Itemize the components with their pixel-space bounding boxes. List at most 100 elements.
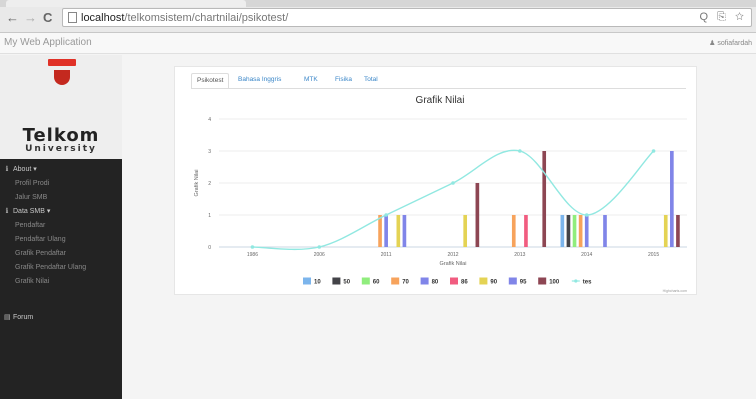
- series-point-tes: [250, 245, 255, 249]
- legend-symbol-50: [332, 277, 341, 285]
- sidebar-item-pendaftar-ulang[interactable]: Pendaftar Ulang: [0, 233, 122, 247]
- series-line-tes: [252, 149, 655, 251]
- x-tick-label: 2011: [381, 252, 392, 258]
- y-tick-label: 2: [208, 181, 211, 187]
- legend-item-10: 10: [314, 280, 321, 286]
- legend-symbol-80: [420, 277, 429, 285]
- bar-70: [511, 215, 516, 247]
- user-menu[interactable]: ♟ sofiafardah: [709, 39, 752, 47]
- chart: Grafik Nilai 0 1 2 3 4 Grafik Nilai 1986 2006 201…: [194, 95, 687, 293]
- x-tick-label: 2012: [447, 252, 458, 258]
- browser-toolbar: ← → C localhost/telkomsistem/chartnilai/…: [0, 0, 756, 33]
- sidebar-item-profil-prodi[interactable]: Profil Prodi: [0, 177, 122, 191]
- bar-60: [572, 215, 577, 247]
- telkom-logo-icon: [48, 59, 76, 85]
- y-tick-label: 3: [208, 149, 211, 155]
- legend-item-tes: tes: [583, 280, 592, 286]
- bar-70: [378, 215, 382, 247]
- tab-psikotest[interactable]: Psikotest: [191, 73, 230, 89]
- bar-95: [670, 151, 674, 247]
- app-brand[interactable]: My Web Application: [4, 37, 92, 48]
- sidebar-item-grafik-nilai[interactable]: Grafik Nilai: [0, 275, 122, 289]
- legend-item-70: 70: [402, 280, 409, 286]
- tab-divider: [191, 88, 686, 89]
- series-point-tes: [518, 149, 522, 153]
- sidebar-item-jalur-smb[interactable]: Jalur SMB: [0, 191, 122, 205]
- tab-mtk[interactable]: MTK: [299, 73, 323, 89]
- logo-text-university: University: [25, 144, 97, 154]
- bar-100: [475, 183, 480, 247]
- tab-bahasa-inggris[interactable]: Bahasa Inggris: [233, 73, 286, 89]
- legend-item-95: 95: [520, 280, 527, 286]
- x-tick-label: 2014: [581, 252, 592, 258]
- legend-symbol-70: [391, 277, 400, 285]
- legend-item-90: 90: [490, 280, 497, 286]
- series-point-tes: [451, 181, 455, 185]
- sidebar-item-label: Profil Prodi: [15, 180, 50, 187]
- page-icon: [68, 12, 77, 23]
- sidebar-item-label: Jalur SMB: [15, 194, 48, 201]
- legend-symbol-60: [361, 277, 370, 285]
- series-point-tes: [384, 213, 388, 217]
- tab-total[interactable]: Total: [359, 73, 383, 89]
- series-point-tes: [317, 245, 322, 249]
- bar-95: [603, 215, 607, 247]
- x-tick-label: 2013: [514, 252, 525, 258]
- y-tick-label: 1: [208, 213, 211, 219]
- x-tick-label: 2006: [314, 252, 325, 258]
- bar-80: [584, 215, 589, 247]
- chart-panel: Psikotest Bahasa Inggris MTK Fisika Total Gr…: [174, 66, 697, 295]
- sidebar-item-grafik-pendaftar[interactable]: Grafik Pendaftar: [0, 247, 122, 261]
- series-point-tes: [584, 213, 589, 217]
- sidebar-item-label: Pendaftar Ulang: [15, 236, 66, 243]
- address-bar[interactable]: localhost/telkomsistem/chartnilai/psikot…: [62, 8, 752, 27]
- y-tick-label: 4: [208, 117, 211, 123]
- legend-item-50: 50: [343, 280, 350, 286]
- legend-symbol-90: [479, 277, 488, 285]
- document-icon: ▤: [4, 314, 11, 321]
- forward-arrow-icon[interactable]: →: [24, 11, 37, 25]
- chart-title: Grafik Nilai: [416, 95, 465, 106]
- bar-100: [676, 215, 680, 247]
- x-tick-label: 2015: [648, 252, 659, 258]
- url-path: /telkomsistem/chartnilai/psikotest/: [124, 12, 289, 24]
- legend-symbol-100: [538, 277, 547, 285]
- bar-90: [396, 215, 401, 247]
- sidebar: ℹ About ▾ Profil Prodi Jalur SMB ℹ Data SMB ▾…: [0, 159, 122, 399]
- url-host: localhost: [81, 12, 125, 24]
- sidebar-item-label: Pendaftar: [15, 222, 46, 229]
- x-axis-label: Grafik Nilai: [440, 261, 467, 267]
- legend-symbol-10: [303, 277, 311, 285]
- y-axis-label: Grafik Nilai: [194, 170, 200, 197]
- info-icon: ℹ: [5, 208, 9, 215]
- logo-text-telkom: Telkom: [22, 125, 100, 146]
- sidebar-item-label: Grafik Pendaftar Ulang: [15, 264, 87, 271]
- bar-80: [384, 215, 388, 247]
- sidebar-item-forum[interactable]: ▤ Forum: [0, 311, 122, 325]
- tab-fisika[interactable]: Fisika: [330, 73, 357, 89]
- bar-95: [402, 215, 407, 247]
- sidebar-item-label: Data SMB ▾: [13, 208, 51, 215]
- reload-icon[interactable]: C: [43, 11, 52, 25]
- app-header: My Web Application ♟ sofiafardah: [0, 33, 756, 54]
- x-tick-label: 1986: [247, 252, 258, 258]
- back-arrow-icon[interactable]: ←: [6, 11, 19, 25]
- legend-item-60: 60: [373, 280, 380, 286]
- bar-86: [524, 215, 528, 247]
- bar-100: [542, 151, 547, 247]
- legend-symbol-86: [450, 277, 458, 285]
- url-text[interactable]: localhost/telkomsistem/chartnilai/psikot…: [81, 12, 288, 24]
- sidebar-item-pendaftar[interactable]: Pendaftar: [0, 219, 122, 233]
- sidebar-item-label: Grafik Pendaftar: [15, 250, 66, 257]
- browser-tools[interactable]: Q ⎘ ☆: [700, 11, 747, 24]
- sidebar-item-grafik-pendaftar-ulang[interactable]: Grafik Pendaftar Ulang: [0, 261, 122, 275]
- sidebar-item-about[interactable]: ℹ About ▾: [0, 163, 122, 177]
- browser-tab[interactable]: [6, 0, 246, 7]
- sidebar-item-label: Grafik Nilai: [15, 278, 50, 285]
- logo-area: Telkom University: [0, 55, 122, 159]
- series-point-tes: [651, 149, 656, 153]
- legend-item-100: 100: [549, 280, 560, 286]
- sidebar-item-label: About ▾: [13, 166, 37, 173]
- sidebar-item-data-smb[interactable]: ℹ Data SMB ▾: [0, 205, 122, 219]
- y-tick-label: 0: [208, 245, 211, 251]
